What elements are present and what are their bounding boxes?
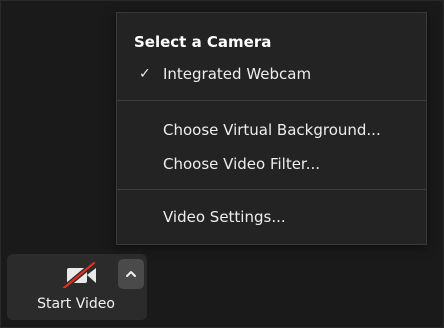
menu-item-integrated-webcam[interactable]: ✓ Integrated Webcam (117, 59, 426, 89)
menu-item-choose-video-filter[interactable]: Choose Video Filter... (117, 149, 426, 179)
menu-divider (117, 100, 426, 101)
menu-item-choose-virtual-background[interactable]: Choose Virtual Background... (117, 115, 426, 145)
menu-title: Select a Camera (134, 33, 272, 51)
menu-item-label: Choose Video Filter... (163, 155, 321, 173)
start-video-button[interactable]: Start Video (7, 254, 147, 320)
menu-item-label: Choose Virtual Background... (163, 121, 381, 139)
video-options-caret-button[interactable] (118, 259, 144, 289)
menu-item-video-settings[interactable]: Video Settings... (117, 202, 426, 232)
start-video-label: Start Video (37, 296, 115, 312)
camera-menu: Select a Camera ✓ Integrated Webcam Choo… (116, 12, 427, 245)
chevron-up-icon (126, 271, 136, 277)
checkmark-icon: ✓ (139, 66, 151, 82)
menu-item-label: Video Settings... (163, 208, 286, 226)
menu-divider (117, 189, 426, 190)
video-camera-off-icon (59, 260, 103, 291)
menu-item-label: Integrated Webcam (163, 65, 312, 83)
